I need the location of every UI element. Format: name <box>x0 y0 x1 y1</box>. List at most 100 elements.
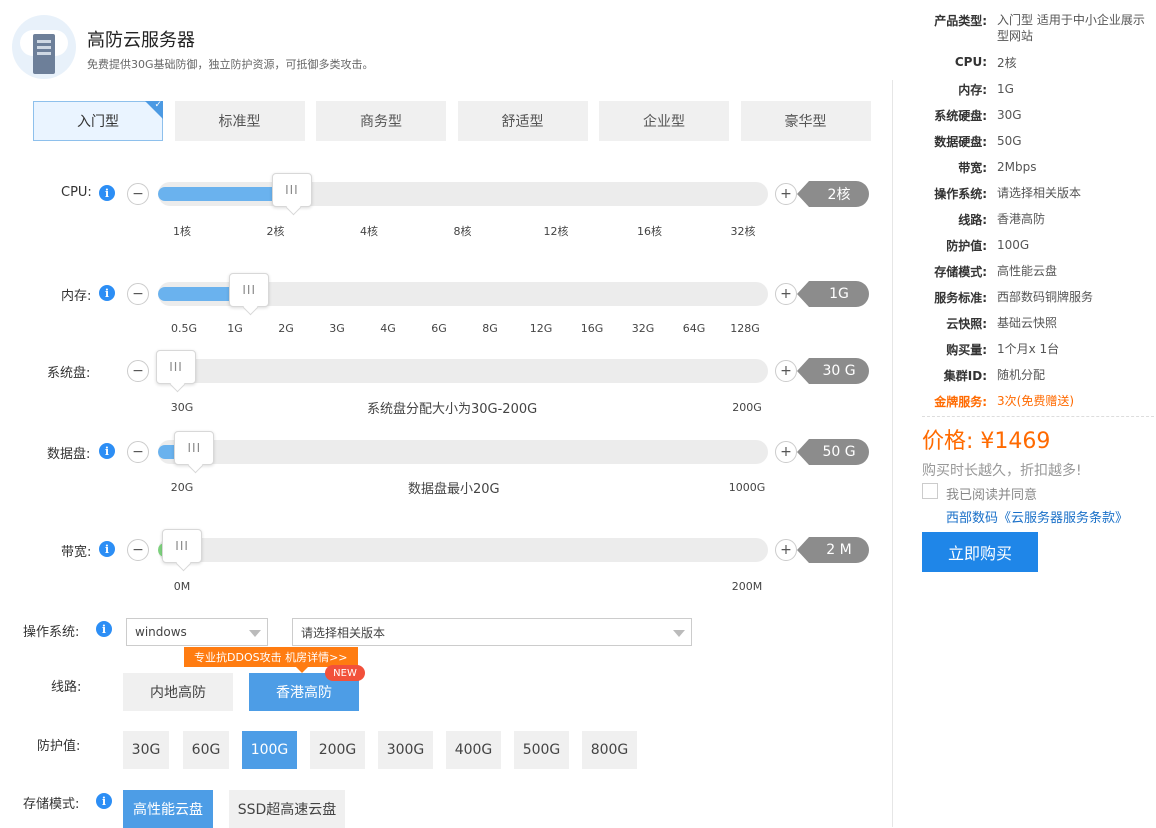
bandwidth-value-tag: 2 M <box>797 537 869 563</box>
system_disk-label: 系统盘: <box>47 366 91 381</box>
protection-option[interactable]: 60G <box>183 731 229 769</box>
bandwidth-slider-handle[interactable]: III <box>162 529 203 563</box>
info-icon[interactable]: i <box>96 621 112 637</box>
memory-value-tag: 1G <box>797 281 869 307</box>
buy-now-button[interactable]: 立即购买 <box>922 532 1038 572</box>
cpu-slider-fill <box>158 187 284 201</box>
protection-option[interactable]: 400G <box>446 731 501 769</box>
storage-option[interactable]: 高性能云盘 <box>123 790 213 828</box>
cpu-tick-label: 12核 <box>543 225 569 238</box>
system_disk-slider-handle[interactable]: III <box>156 350 196 384</box>
info-icon[interactable]: i <box>99 541 115 557</box>
data_disk-max-label: 1000G <box>728 481 766 494</box>
bandwidth-increase-button[interactable]: + <box>775 539 797 561</box>
cpu-label: CPU: <box>61 185 92 200</box>
protection-option[interactable]: 200G <box>310 731 365 769</box>
line-option[interactable]: 内地高防 <box>123 673 233 711</box>
tier-tab[interactable]: 企业型 <box>599 101 729 141</box>
summary-label: CPU: <box>954 55 987 69</box>
cpu-tick-label: 8核 <box>453 225 472 238</box>
memory-tick-label: 3G <box>329 322 345 335</box>
bandwidth-label: 带宽: <box>61 545 92 560</box>
price-note: 购买时长越久，折扣越多! <box>922 463 1082 479</box>
system_disk-max-label: 200G <box>732 401 762 414</box>
info-icon[interactable]: i <box>99 185 115 201</box>
cpu-slider-handle[interactable]: III <box>271 173 312 207</box>
summary-value: 3次(免费赠送) <box>997 394 1074 408</box>
summary-label: 金牌服务: <box>934 395 987 409</box>
system_disk-decrease-button[interactable]: − <box>127 360 149 382</box>
system_disk-value-tag: 30 G <box>797 358 869 384</box>
terms-link[interactable]: 西部数码《云服务器服务条款》 <box>946 507 1128 526</box>
agree-text: 我已阅读并同意 <box>946 488 1038 503</box>
summary-label: 操作系统: <box>934 187 987 201</box>
price: 价格: ¥1469 <box>922 429 1051 454</box>
bandwidth-slider-track[interactable] <box>158 538 768 562</box>
summary-value: 随机分配 <box>997 368 1046 382</box>
storage-label: 存储模式: <box>23 797 80 812</box>
system_disk-min-label: 30G <box>170 401 194 414</box>
info-icon[interactable]: i <box>99 443 115 459</box>
os-label: 操作系统: <box>23 625 80 640</box>
summary-value: 1G <box>997 82 1014 96</box>
protection-option[interactable]: 300G <box>378 731 433 769</box>
protection-option[interactable]: 500G <box>514 731 569 769</box>
memory-increase-button[interactable]: + <box>775 283 797 305</box>
summary-label: 服务标准: <box>934 291 987 305</box>
cpu-increase-button[interactable]: + <box>775 183 797 205</box>
tier-tab[interactable]: 标准型 <box>174 101 305 141</box>
data_disk-min-label: 20G <box>170 481 194 494</box>
tier-tab[interactable]: 商务型 <box>316 101 446 141</box>
memory-tick-label: 0.5G <box>170 322 198 335</box>
data_disk-increase-button[interactable]: + <box>775 441 797 463</box>
cpu-value-tag: 2核 <box>797 181 869 207</box>
summary-label: 购买量: <box>946 343 987 357</box>
data_disk-decrease-button[interactable]: − <box>127 441 149 463</box>
summary-label: 集群ID: <box>943 369 987 383</box>
system_disk-increase-button[interactable]: + <box>775 360 797 382</box>
cpu-tick-label: 4核 <box>360 225 378 238</box>
summary-value: 50G <box>997 134 1022 148</box>
info-icon[interactable]: i <box>96 793 112 809</box>
os-select[interactable]: windows <box>126 618 268 646</box>
ddos-banner[interactable]: 专业抗DDOS攻击 机房详情>> <box>184 647 358 673</box>
data_disk-slider-track[interactable] <box>158 440 768 464</box>
protection-label: 防护值: <box>37 739 81 754</box>
memory-decrease-button[interactable]: − <box>127 283 149 305</box>
bandwidth-decrease-button[interactable]: − <box>127 539 149 561</box>
tier-tab[interactable]: 舒适型 <box>457 101 588 141</box>
cpu-tick-label: 1核 <box>173 225 191 238</box>
protection-option[interactable]: 100G <box>242 731 297 769</box>
summary-label: 系统硬盘: <box>934 109 987 123</box>
summary-value: 2Mbps <box>997 160 1037 174</box>
summary-label: 云快照: <box>946 317 987 331</box>
system_disk-slider-track[interactable] <box>158 359 768 383</box>
cpu-tick-label: 32核 <box>730 225 756 238</box>
summary-value: 西部数码铜牌服务 <box>997 290 1094 304</box>
summary-value: 基础云快照 <box>997 316 1058 330</box>
tier-tab[interactable]: 豪华型 <box>740 101 871 141</box>
info-icon[interactable]: i <box>99 285 115 301</box>
cpu-decrease-button[interactable]: − <box>127 183 149 205</box>
memory-slider-handle[interactable]: III <box>229 273 270 307</box>
summary-value: 30G <box>997 108 1022 122</box>
summary-value: 100G <box>997 238 1030 252</box>
tier-tab-label: 企业型 <box>643 114 685 130</box>
summary-value: 1个月x 1台 <box>997 342 1060 356</box>
memory-tick-label: 16G <box>580 322 604 335</box>
protection-option[interactable]: 800G <box>582 731 637 769</box>
server-icon <box>33 34 55 74</box>
protection-option[interactable]: 30G <box>123 731 169 769</box>
agree-checkbox[interactable] <box>922 483 938 499</box>
tier-tab[interactable]: 入门型 <box>33 100 163 141</box>
os-version-value: 请选择相关版本 <box>301 625 386 640</box>
memory-tick-label: 32G <box>631 322 655 335</box>
cpu-slider-track[interactable] <box>158 182 768 206</box>
data_disk-slider-handle[interactable]: III <box>174 431 215 465</box>
memory-tick-label: 1G <box>227 322 243 335</box>
os-version-select[interactable]: 请选择相关版本 <box>292 618 692 646</box>
tier-tab-label: 标准型 <box>218 114 261 130</box>
page-subtitle: 免费提供30G基础防御，独立防护资源，可抵御多类攻击。 <box>87 58 374 71</box>
storage-option[interactable]: SSD超高速云盘 <box>229 790 345 828</box>
memory-tick-label: 128G <box>730 322 760 335</box>
